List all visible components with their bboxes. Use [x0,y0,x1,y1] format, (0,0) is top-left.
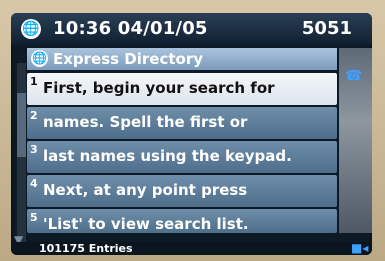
phone-bezel: 🌐 10:36 04/01/05 5051 🌐 Express Director… [0,0,385,261]
list-item-text: names. Spell the first or [43,113,248,131]
list-item[interactable]: 3 last names using the keypad. [27,141,337,173]
list-item[interactable]: 5 'List' to view search list. [27,209,337,233]
status-bar: 🌐 10:36 04/01/05 5051 [11,13,372,45]
scrollbar-thumb[interactable] [17,93,26,157]
phone-screen: 🌐 10:36 04/01/05 5051 🌐 Express Director… [11,13,372,255]
list-item-number: 4 [30,177,38,190]
status-time-date: 10:36 04/01/05 [53,18,208,39]
list-item[interactable]: 4 Next, at any point press [27,175,337,207]
list-item[interactable]: 1 First, begin your search for [27,73,337,105]
globe-icon: 🌐 [31,50,48,67]
list-item-number: 1 [30,75,38,88]
screen-title-bar: 🌐 Express Directory [27,48,337,70]
list-item-text: 'List' to view search list. [43,215,249,233]
list-item-text: First, begin your search for [43,79,275,97]
globe-icon: 🌐 [21,19,41,39]
list-item-number: 5 [30,211,38,224]
list-item-text: Next, at any point press [43,181,248,199]
video-icon: ■◂ [351,241,369,255]
footer-bar: 101175 Entries [11,242,372,255]
list-item-text: last names using the keypad. [43,147,292,165]
entries-count: 101175 Entries [39,242,133,255]
list-item-number: 2 [30,109,38,122]
phone-icon: ☎ [345,68,363,84]
list-item-number: 3 [30,143,38,156]
list-item[interactable]: 2 names. Spell the first or [27,107,337,139]
status-extension: 5051 [301,18,352,39]
screen-title: Express Directory [53,50,204,68]
